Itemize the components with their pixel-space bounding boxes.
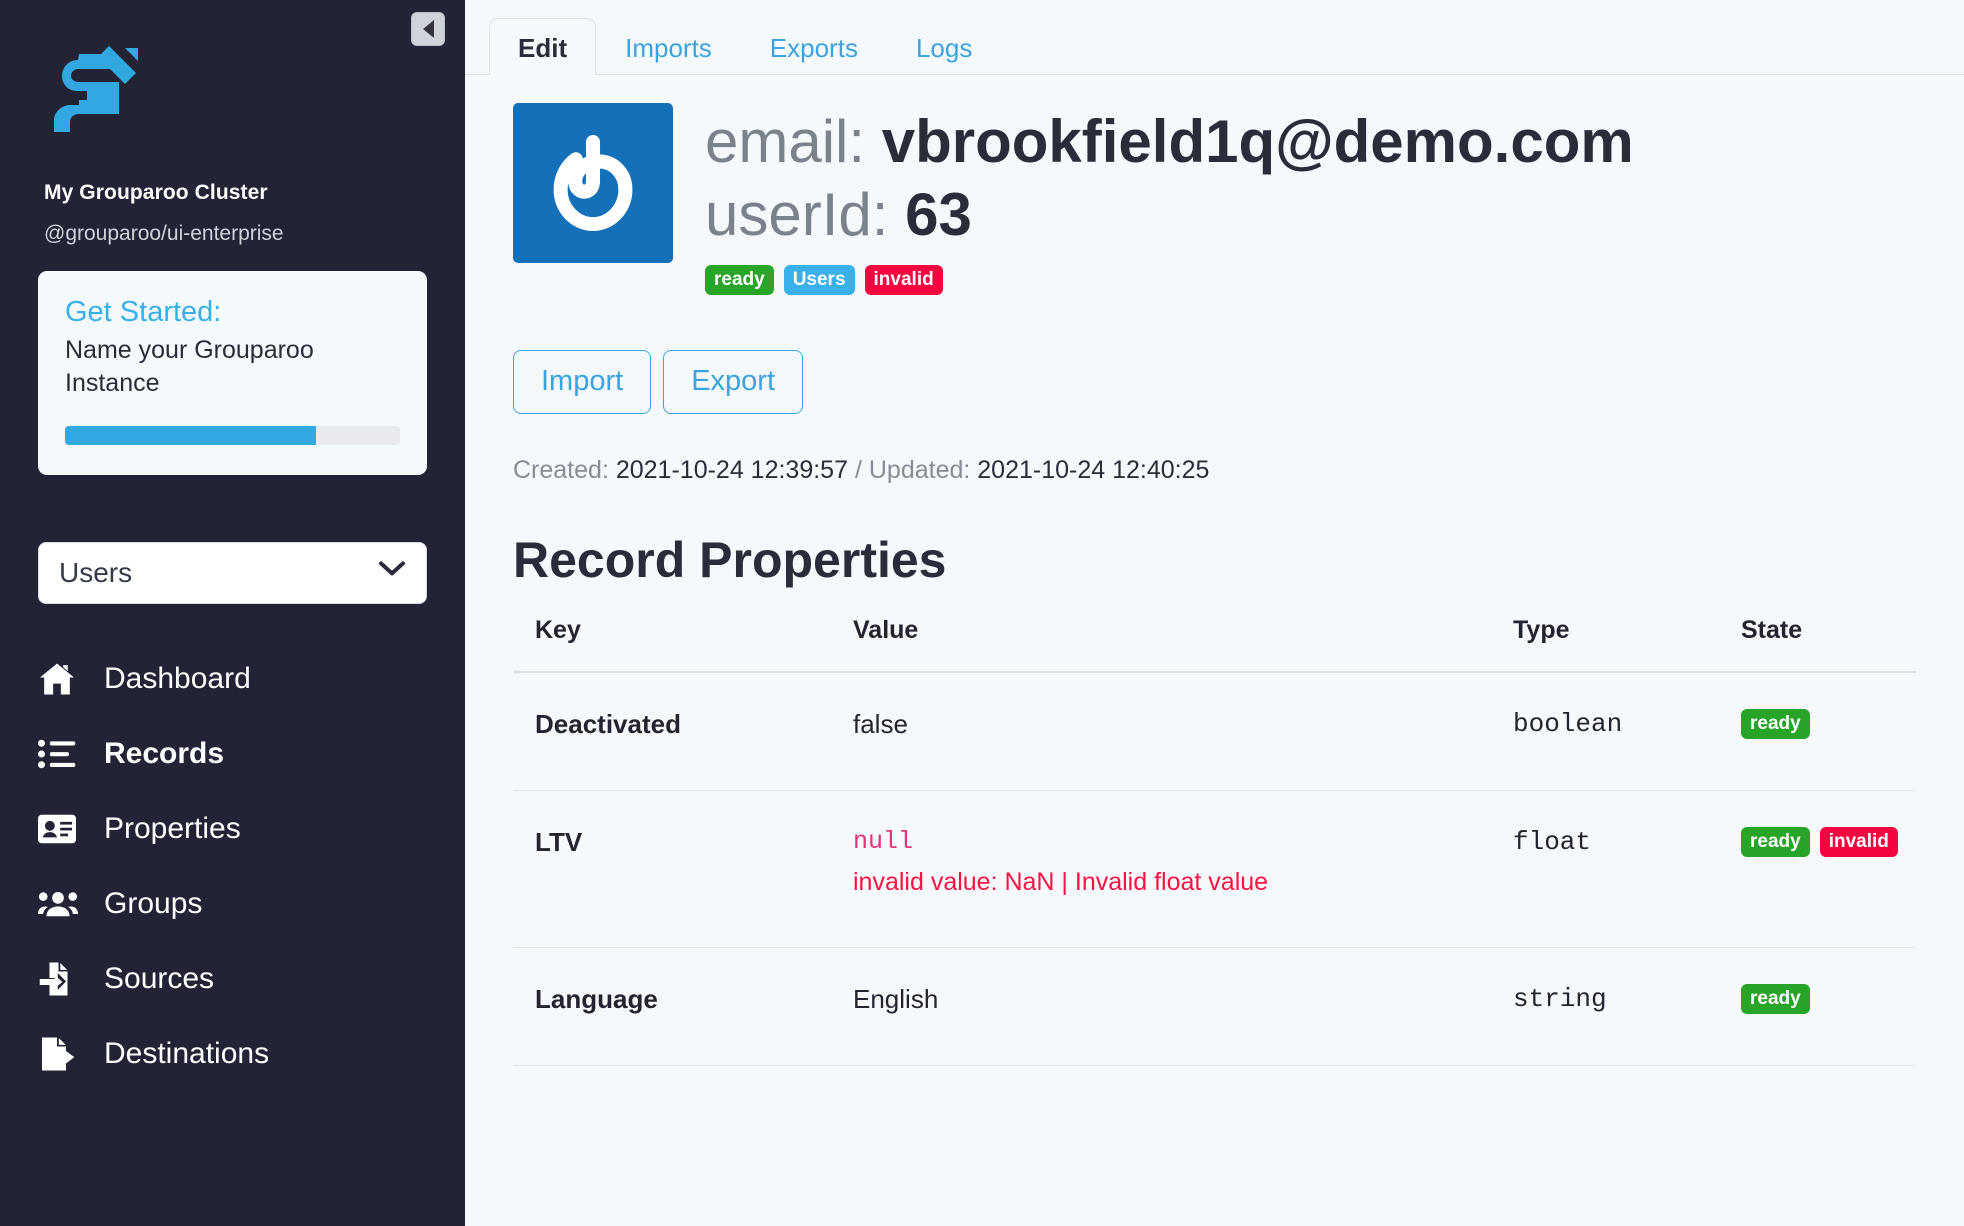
table-row: Deactivated false boolean ready (513, 671, 1916, 791)
gravatar-icon (553, 134, 633, 232)
sidebar-item-destinations[interactable]: Destinations (38, 1017, 427, 1092)
sidebar-item-sources[interactable]: Sources (38, 942, 427, 1017)
sidebar-item-label: Records (104, 737, 225, 770)
property-error-message: invalid value: NaN | Invalid float value (853, 867, 1269, 896)
record-header: email: vbrookfield1q@demo.com userId: 63… (513, 103, 1916, 296)
property-state-cell: ready (1741, 947, 1916, 1066)
property-value: English (853, 983, 939, 1014)
property-value: null (853, 826, 914, 856)
cluster-package-name: @grouparoo/ui-enterprise (44, 222, 284, 245)
cluster-name: My Grouparoo Cluster (44, 181, 268, 204)
status-badge: ready (1741, 983, 1810, 1014)
get-started-progress-fill (65, 425, 317, 445)
sidebar-item-label: Sources (104, 962, 215, 995)
list-icon (38, 739, 84, 769)
sidebar: My Grouparoo Cluster @grouparoo/ui-enter… (0, 0, 465, 1226)
tab-imports[interactable]: Imports (596, 18, 741, 75)
updated-label: Updated: (868, 455, 971, 484)
sidebar-item-label: Groups (104, 887, 203, 920)
grouparoo-logo (46, 42, 427, 145)
timestamps: Created: 2021-10-24 12:39:57 / Updated: … (513, 456, 1916, 485)
record-properties-table: Key Value Type State Deactivated false boo… (513, 615, 1916, 1066)
model-select-wrapper: Users (38, 541, 427, 604)
record-title-block: email: vbrookfield1q@demo.com userId: 63… (705, 103, 1634, 296)
property-value-cell: false (853, 671, 1513, 791)
file-import-icon (38, 961, 84, 997)
property-state-cell: ready (1741, 671, 1916, 791)
property-type: string (1513, 947, 1741, 1066)
timestamp-separator: / (854, 455, 862, 484)
avatar (513, 103, 673, 263)
table-header-row: Key Value Type State (513, 615, 1916, 673)
record-userid-line: userId: 63 (705, 178, 1634, 251)
sidebar-item-label: Properties (104, 812, 241, 845)
property-value: false (853, 708, 908, 739)
tab-bar: Edit Imports Exports Logs (465, 0, 1964, 75)
get-started-progress-bar (65, 425, 400, 445)
status-badge: invalid (1819, 826, 1898, 857)
get-started-step: Name your Grouparoo Instance (65, 336, 314, 398)
property-key: LTV (513, 790, 853, 948)
sidebar-item-groups[interactable]: Groups (38, 867, 427, 942)
created-label: Created: (513, 455, 609, 484)
property-value-cell: null invalid value: NaN | Invalid float v… (853, 790, 1513, 948)
property-type: float (1513, 790, 1741, 948)
status-badge: invalid (864, 265, 943, 296)
table-row: LTV null invalid value: NaN | Invalid floa… (513, 790, 1916, 948)
property-key: Deactivated (513, 671, 853, 791)
record-page: email: vbrookfield1q@demo.com userId: 63… (465, 75, 1964, 1066)
app-root: My Grouparoo Cluster @grouparoo/ui-enter… (0, 0, 1964, 1226)
property-value-cell: English (853, 947, 1513, 1066)
userid-value: 63 (905, 181, 972, 249)
status-badge: Users (783, 265, 855, 296)
action-buttons: Import Export (513, 350, 1916, 414)
email-value: vbrookfield1q@demo.com (881, 108, 1634, 175)
file-export-icon (38, 1036, 84, 1072)
id-card-icon (38, 814, 84, 844)
record-badges: ready Users invalid (705, 265, 1634, 296)
status-badge: ready (1741, 826, 1810, 857)
column-header-state: State (1741, 615, 1916, 673)
page-title: Record Properties (513, 531, 947, 588)
model-select[interactable]: Users (38, 541, 427, 604)
email-label: email: (705, 108, 866, 175)
get-started-title: Get Started: (65, 296, 222, 328)
status-badge: ready (1741, 708, 1810, 739)
status-badge: ready (705, 265, 774, 296)
property-state-cell: ready invalid (1741, 790, 1916, 948)
import-button[interactable]: Import (513, 350, 652, 414)
property-key: Language (513, 947, 853, 1066)
sidebar-item-label: Destinations (104, 1037, 270, 1070)
sidebar-item-label: Dashboard (104, 662, 251, 695)
tab-edit[interactable]: Edit (489, 18, 597, 75)
sidebar-item-dashboard[interactable]: Dashboard (38, 642, 427, 717)
userid-label: userId: (705, 181, 889, 249)
table-row: Language English string ready (513, 947, 1916, 1066)
main-content: Edit Imports Exports Logs email: vbrookfiel… (465, 0, 1964, 1226)
property-type: boolean (1513, 671, 1741, 791)
column-header-value: Value (853, 615, 1513, 673)
get-started-card[interactable]: Get Started: Name your Grouparoo Instanc… (38, 271, 427, 475)
created-value: 2021-10-24 12:39:57 (615, 455, 848, 484)
sidebar-item-properties[interactable]: Properties (38, 792, 427, 867)
home-icon (38, 662, 84, 696)
sidebar-nav: Dashboard Records Properties Groups Sources D… (38, 642, 427, 1092)
export-button[interactable]: Export (663, 350, 804, 414)
record-email-line: email: vbrookfield1q@demo.com (705, 105, 1634, 178)
column-header-type: Type (1513, 615, 1741, 673)
column-header-key: Key (513, 615, 853, 673)
updated-value: 2021-10-24 12:40:25 (977, 455, 1210, 484)
tab-logs[interactable]: Logs (887, 18, 1001, 75)
tab-exports[interactable]: Exports (741, 18, 887, 75)
collapse-sidebar-button[interactable] (411, 12, 445, 46)
sidebar-item-records[interactable]: Records (38, 717, 427, 792)
users-icon (38, 889, 84, 919)
chevron-left-icon (422, 20, 434, 38)
